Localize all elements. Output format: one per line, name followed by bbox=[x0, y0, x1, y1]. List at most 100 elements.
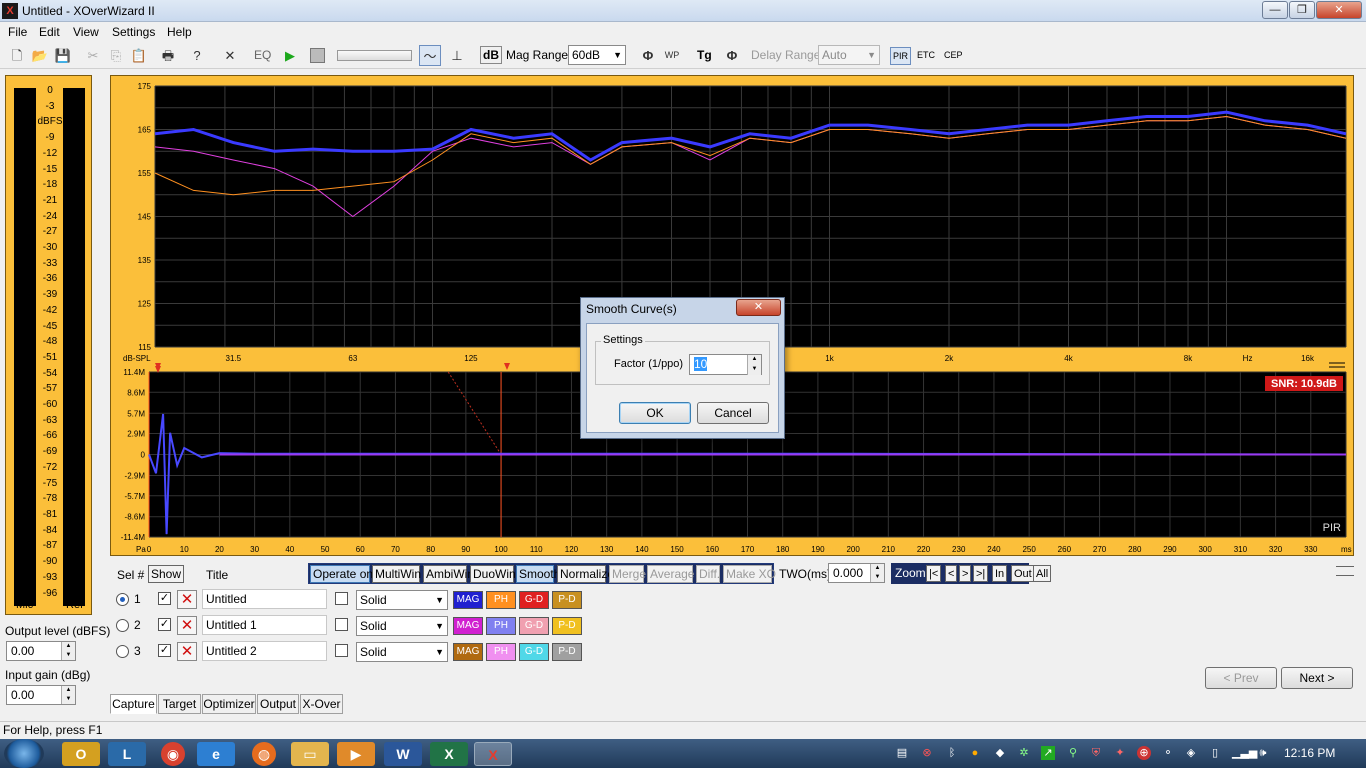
cut-icon[interactable]: ✂ bbox=[82, 45, 104, 66]
menu-help[interactable]: Help bbox=[167, 25, 192, 39]
freq-view-icon[interactable]: 〜 bbox=[419, 45, 441, 66]
shield-icon[interactable]: ⛨ bbox=[1089, 746, 1103, 760]
spin-up-icon[interactable]: ▲ bbox=[870, 564, 884, 573]
tray-icon-13[interactable]: ◈ bbox=[1184, 746, 1198, 760]
op-button-average[interactable]: Average bbox=[647, 565, 694, 583]
curve-select-radio[interactable] bbox=[116, 619, 129, 632]
minimize-button[interactable]: — bbox=[1262, 1, 1288, 19]
curve-chip-mag[interactable]: MAG bbox=[453, 591, 483, 609]
chrome-icon[interactable]: ◉ bbox=[161, 742, 185, 766]
marker-right-icon[interactable] bbox=[504, 363, 510, 370]
maximize-button[interactable]: ❐ bbox=[1289, 1, 1315, 19]
tray-icon-12[interactable]: ⚬ bbox=[1161, 746, 1175, 760]
start-button[interactable] bbox=[4, 739, 44, 768]
phase-icon[interactable]: Φ bbox=[637, 45, 659, 66]
zoom-btn-3[interactable]: >| bbox=[973, 565, 989, 582]
show-checkbox[interactable]: ✓ bbox=[158, 644, 171, 657]
ie-icon[interactable]: e bbox=[197, 742, 235, 766]
tab-output[interactable]: Output bbox=[257, 694, 299, 714]
copy-icon[interactable]: ⎘ bbox=[105, 45, 127, 66]
zoom-btn-6[interactable]: All bbox=[1033, 565, 1052, 582]
tray-icon-8[interactable]: ⚲ bbox=[1066, 746, 1080, 760]
firefox-icon[interactable]: ◍ bbox=[252, 742, 276, 766]
curve-title-input[interactable]: Untitled 2 bbox=[202, 641, 327, 661]
tab-optimizer[interactable]: Optimizer bbox=[202, 694, 256, 714]
op-button-ambiwin[interactable]: AmbiWin bbox=[423, 565, 474, 583]
show-checkbox[interactable]: ✓ bbox=[158, 618, 171, 631]
op-button-operate-on[interactable]: Operate on bbox=[310, 565, 373, 583]
delete-curve-icon[interactable]: ✕ bbox=[177, 590, 197, 609]
curve-chip-mag[interactable]: MAG bbox=[453, 643, 483, 661]
title-bar[interactable]: X Untitled - XOverWizard II — ❐ ✕ bbox=[0, 0, 1366, 22]
tray-icon-2[interactable]: ⊗ bbox=[920, 746, 934, 760]
curve-chip-mag[interactable]: MAG bbox=[453, 617, 483, 635]
lync-icon[interactable]: L bbox=[108, 742, 146, 766]
curve-option-checkbox[interactable] bbox=[335, 644, 348, 657]
op-button-normalize[interactable]: Normalize bbox=[557, 565, 614, 583]
spin-up-icon[interactable]: ▲ bbox=[747, 355, 761, 365]
word-icon[interactable]: W bbox=[384, 742, 422, 766]
spin-up-icon[interactable]: ▲ bbox=[61, 686, 75, 695]
zoom-btn-0[interactable]: |< bbox=[926, 565, 942, 582]
op-button-duowin[interactable]: DuoWin bbox=[470, 565, 516, 583]
tg-button[interactable]: Tg bbox=[697, 47, 712, 63]
zoom-btn-4[interactable]: In bbox=[992, 565, 1008, 582]
tray-icon-4[interactable]: ● bbox=[968, 746, 982, 760]
explorer-icon[interactable]: ▭ bbox=[291, 742, 329, 766]
smooth-dialog[interactable]: Smooth Curve(s) ✕ Settings Factor (1/ppo… bbox=[580, 297, 785, 439]
pir-button[interactable]: PIR bbox=[890, 47, 912, 65]
input-gain-input[interactable]: 0.00 ▲ ▼ bbox=[6, 685, 76, 705]
tray-icon-10[interactable]: ✦ bbox=[1113, 746, 1127, 760]
time-view-icon[interactable]: ⊥ bbox=[446, 45, 468, 66]
volume-icon[interactable]: 🕪 bbox=[1256, 746, 1270, 760]
tray-icon-7[interactable]: ↗ bbox=[1041, 746, 1055, 760]
cancel-button[interactable]: Cancel bbox=[697, 402, 769, 424]
zoom-btn-5[interactable]: Out bbox=[1011, 565, 1035, 582]
spin-down-icon[interactable]: ▼ bbox=[61, 651, 75, 660]
curve-chip-g-d[interactable]: G-D bbox=[519, 643, 549, 661]
ok-button[interactable]: OK bbox=[619, 402, 691, 424]
cep-button[interactable]: CEP bbox=[944, 47, 963, 63]
dialog-close-button[interactable]: ✕ bbox=[736, 299, 781, 316]
stop-icon[interactable] bbox=[306, 45, 328, 66]
tool-icon[interactable]: ✕ bbox=[219, 45, 241, 66]
play-icon[interactable]: ▶ bbox=[279, 45, 301, 66]
print-icon[interactable]: 🖶 bbox=[157, 45, 179, 66]
tab-capture[interactable]: Capture bbox=[110, 694, 157, 714]
spin-up-icon[interactable]: ▲ bbox=[61, 642, 75, 651]
curve-select-radio[interactable] bbox=[116, 645, 129, 658]
signal-icon[interactable]: ▁▃▅ bbox=[1232, 746, 1257, 760]
panel-menu-icon[interactable] bbox=[1336, 566, 1354, 576]
op-button-smooth[interactable]: Smooth bbox=[516, 565, 560, 583]
xoverwizard-task-icon[interactable]: X bbox=[474, 742, 512, 766]
db-button[interactable]: dB bbox=[480, 46, 502, 64]
help-pointer-icon[interactable]: ? bbox=[186, 45, 208, 66]
prev-button[interactable]: < Prev bbox=[1205, 667, 1277, 689]
line-style-select[interactable]: Solid ▼ bbox=[356, 616, 448, 636]
curve-chip-p-d[interactable]: P-D bbox=[552, 643, 582, 661]
level-slider[interactable] bbox=[337, 50, 412, 61]
curve-chip-ph[interactable]: PH bbox=[486, 643, 516, 661]
zoom-btn-1[interactable]: < bbox=[945, 565, 958, 582]
curve-option-checkbox[interactable] bbox=[335, 618, 348, 631]
tray-icon-14[interactable]: ▯ bbox=[1208, 746, 1222, 760]
spin-down-icon[interactable]: ▼ bbox=[61, 695, 75, 704]
outlook-icon[interactable]: O bbox=[62, 742, 100, 766]
op-button-diff[interactable]: Diff. bbox=[696, 565, 720, 583]
output-level-input[interactable]: 0.00 ▲ ▼ bbox=[6, 641, 76, 661]
op-button-make-xo[interactable]: Make XO bbox=[723, 565, 776, 583]
curve-chip-p-d[interactable]: P-D bbox=[552, 617, 582, 635]
menu-edit[interactable]: Edit bbox=[39, 25, 60, 39]
curve-chip-ph[interactable]: PH bbox=[486, 617, 516, 635]
zoom-btn-2[interactable]: > bbox=[959, 565, 972, 582]
tab-x-over[interactable]: X-Over bbox=[300, 694, 343, 714]
phase-delay-icon[interactable]: Φ bbox=[721, 45, 743, 66]
tray-icon-1[interactable]: ▤ bbox=[895, 746, 909, 760]
curve-title-input[interactable]: Untitled bbox=[202, 589, 327, 609]
delay-range-select[interactable]: Auto ▼ bbox=[818, 45, 880, 65]
media-player-icon[interactable]: ▶ bbox=[337, 742, 375, 766]
tray-icon-6[interactable]: ✲ bbox=[1017, 746, 1031, 760]
curve-select-radio[interactable] bbox=[116, 593, 129, 606]
spin-down-icon[interactable]: ▼ bbox=[870, 573, 884, 582]
line-style-select[interactable]: Solid ▼ bbox=[356, 590, 448, 610]
